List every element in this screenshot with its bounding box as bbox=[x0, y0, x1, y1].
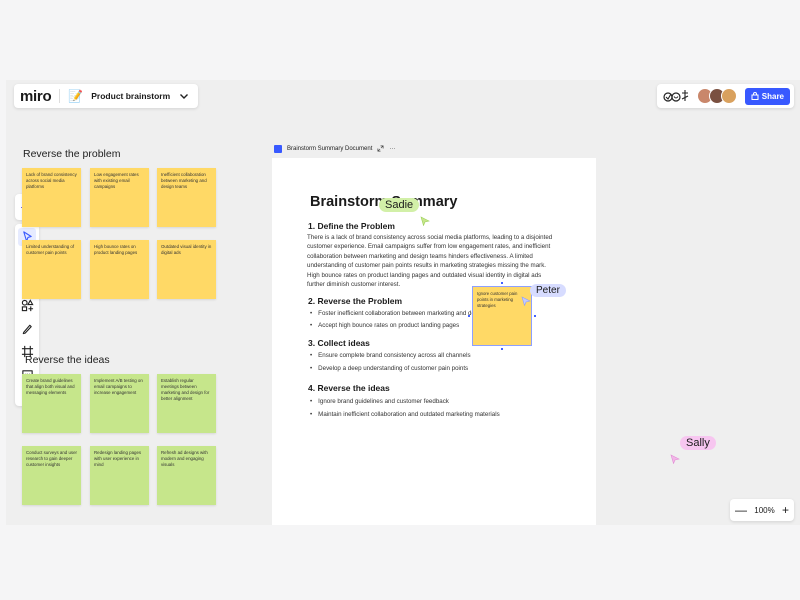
zoom-level[interactable]: 100% bbox=[754, 506, 774, 515]
sticky-note[interactable]: Outdated visual identity in digital ads bbox=[157, 240, 216, 299]
zoom-out-button[interactable]: — bbox=[735, 504, 747, 516]
resize-handle[interactable] bbox=[501, 348, 503, 350]
share-lock-icon bbox=[751, 92, 759, 100]
shapes-icon bbox=[21, 299, 34, 312]
sticky-note[interactable]: Implement A/B testing on email campaigns… bbox=[90, 374, 149, 433]
sticky-note[interactable]: Establish regular meetings between marke… bbox=[157, 374, 216, 433]
sticky-note[interactable]: Conduct surveys and user research to gai… bbox=[22, 446, 81, 505]
resize-handle[interactable] bbox=[501, 282, 503, 284]
doc-icon bbox=[274, 144, 282, 153]
board-canvas[interactable]: miro 📝 Product brainstorm Share Reverse … bbox=[6, 80, 800, 525]
sticky-note[interactable]: High bounce rates on product landing pag… bbox=[90, 240, 149, 299]
doc-list-item: Accept high bounce rates on product land… bbox=[310, 322, 459, 329]
doc-heading: 1. Define the Problem bbox=[308, 221, 395, 231]
section-title-reverse-ideas: Reverse the ideas bbox=[25, 354, 110, 366]
collaboration-bar: Share bbox=[656, 84, 794, 108]
board-header: miro 📝 Product brainstorm bbox=[14, 84, 199, 108]
avatar[interactable] bbox=[720, 88, 737, 104]
share-button[interactable]: Share bbox=[744, 87, 790, 105]
shapes-tool[interactable] bbox=[18, 297, 36, 315]
doc-heading: 2. Reverse the Problem bbox=[308, 296, 403, 306]
reactions-icon[interactable] bbox=[663, 89, 689, 103]
pen-tool[interactable] bbox=[18, 320, 36, 338]
summary-document[interactable]: Brainstorm Summary 1. Define the Problem… bbox=[272, 158, 596, 525]
board-emoji: 📝 bbox=[68, 89, 84, 103]
cursor-sadie-icon bbox=[420, 216, 430, 226]
sticky-note[interactable]: Refresh ad designs with modern and engag… bbox=[157, 446, 216, 505]
doc-header-title[interactable]: Brainstorm Summary Document bbox=[287, 146, 372, 152]
share-label: Share bbox=[761, 91, 784, 101]
pen-icon bbox=[22, 324, 32, 335]
sticky-note[interactable]: Create brand guidelines that align both … bbox=[22, 374, 81, 433]
miro-logo: miro bbox=[20, 87, 52, 105]
doc-heading: 4. Reverse the ideas bbox=[308, 383, 390, 393]
selected-sticky-note[interactable]: Ignore customer pain points in marketing… bbox=[472, 286, 532, 346]
doc-list-item: Ensure complete brand consistency across… bbox=[310, 352, 470, 359]
cursor-peter-icon bbox=[521, 296, 531, 306]
cursor-label-sadie: Sadie bbox=[379, 198, 420, 212]
sticky-note[interactable]: Lack of brand consistency across social … bbox=[22, 168, 81, 227]
doc-paragraph: There is a lack of brand consistency acr… bbox=[307, 234, 553, 289]
cursor-sally-icon bbox=[670, 454, 680, 464]
sticky-note[interactable]: Limited understanding of customer pain p… bbox=[22, 240, 81, 299]
chevron-down-icon[interactable] bbox=[178, 90, 190, 102]
zoom-controls: — 100% + bbox=[730, 499, 794, 521]
divider bbox=[59, 89, 61, 103]
doc-list-item: Maintain inefficient collaboration and o… bbox=[310, 411, 500, 418]
doc-header: Brainstorm Summary Document ··· bbox=[274, 142, 395, 155]
doc-list-item: Ignore brand guidelines and customer fee… bbox=[310, 398, 449, 405]
sticky-note[interactable]: Redesign landing pages with user experie… bbox=[90, 446, 149, 505]
cursor-label-sally: Sally bbox=[680, 436, 716, 450]
sticky-note[interactable]: Inefficient collaboration between market… bbox=[157, 168, 216, 227]
section-title-reverse-problem: Reverse the problem bbox=[23, 148, 121, 160]
doc-heading: 3. Collect ideas bbox=[308, 338, 370, 348]
sticky-note[interactable]: Low engagement rates with existing email… bbox=[90, 168, 149, 227]
board-name[interactable]: Product brainstorm bbox=[91, 91, 170, 101]
more-options-button[interactable]: ··· bbox=[389, 146, 395, 152]
resize-handle[interactable] bbox=[534, 315, 536, 317]
doc-list-item: Foster inefficient collaboration between… bbox=[310, 310, 486, 317]
expand-icon[interactable] bbox=[377, 145, 384, 152]
doc-list-item: Develop a deep understanding of customer… bbox=[310, 365, 468, 372]
zoom-in-button[interactable]: + bbox=[782, 504, 789, 516]
resize-handle[interactable] bbox=[468, 315, 470, 317]
cursor-label-peter: Peter bbox=[530, 284, 566, 297]
collaborator-avatars[interactable] bbox=[696, 88, 737, 104]
